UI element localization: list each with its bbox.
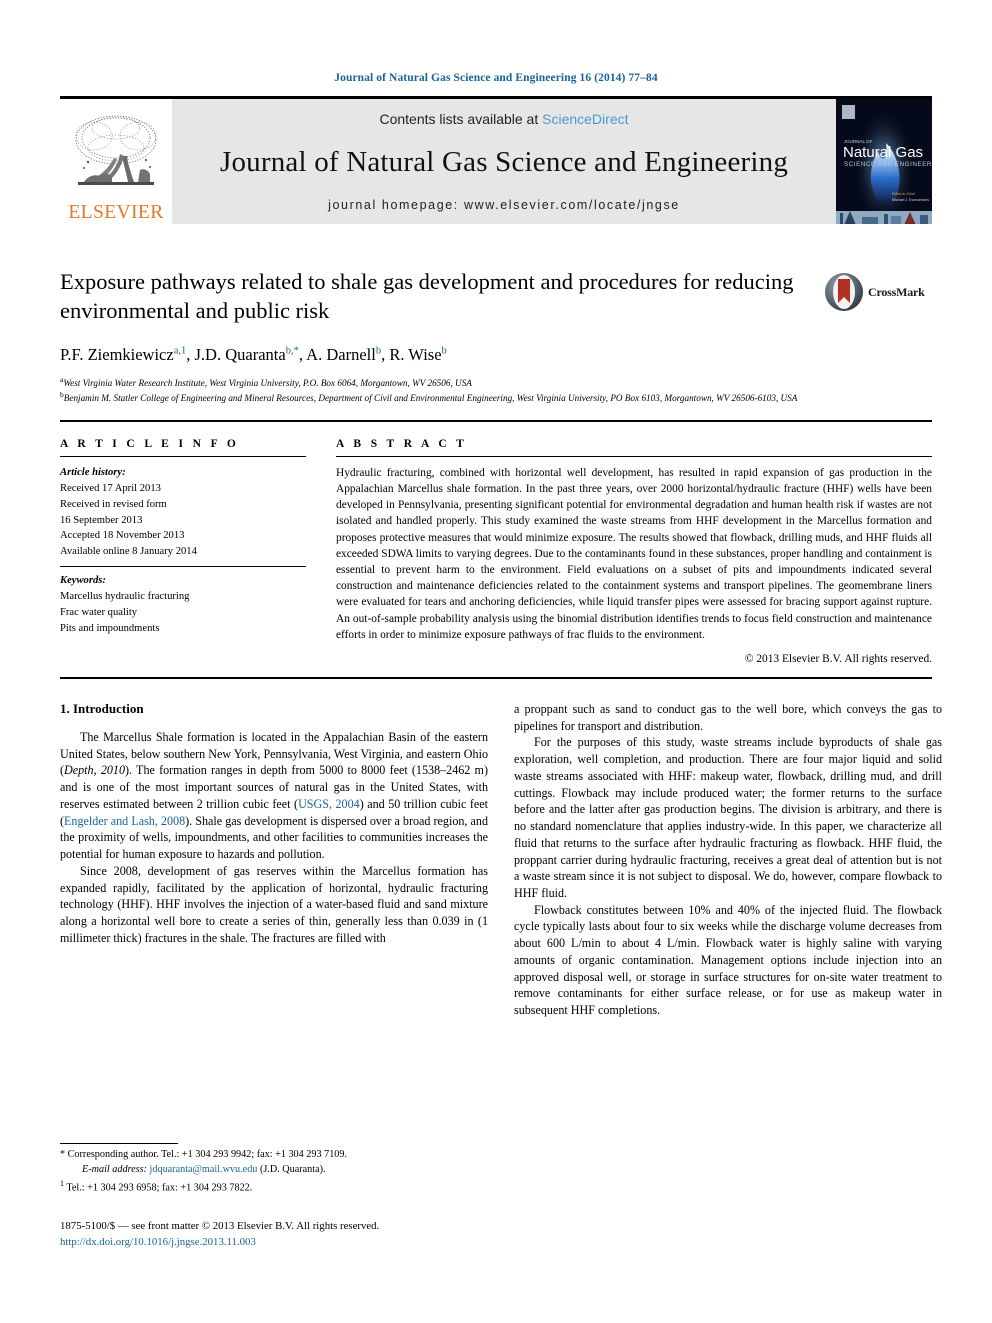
section-heading-introduction: 1. Introduction — [60, 700, 144, 716]
citation-link[interactable]: Engelder and Lash, 2008 — [64, 814, 185, 828]
footnote-note-1: 1 Tel.: +1 304 293 6958; fax: +1 304 293… — [60, 1178, 488, 1196]
author-list: P.F. Ziemkiewicza,1, J.D. Quarantab,*, A… — [60, 344, 447, 364]
elsevier-tree-icon — [75, 115, 157, 185]
affiliation-text: West Virginia Water Research Institute, … — [63, 378, 472, 389]
author-marks: b,* — [285, 345, 299, 357]
keyword-item: Pits and impoundments — [60, 622, 160, 634]
crossmark-icon — [824, 272, 864, 312]
citation-link[interactable]: USGS, 2004 — [298, 797, 360, 811]
banner-center: Contents lists available at ScienceDirec… — [172, 99, 836, 224]
citation-italic: Depth, 2010 — [64, 763, 126, 778]
history-item: Received 17 April 2013 — [60, 482, 161, 494]
contents-prefix: Contents lists available at — [379, 111, 543, 127]
paper-page: Journal of Natural Gas Science and Engin… — [0, 0, 992, 1323]
abstract-heading: A B S T R A C T — [336, 437, 468, 450]
svg-text:SCIENCE AND ENGINEERING: SCIENCE AND ENGINEERING — [844, 161, 932, 168]
title-block: CrossMark Exposure pathways related to s… — [60, 268, 932, 406]
crossmark-label: CrossMark — [868, 284, 925, 299]
keywords-label: Keywords: — [60, 575, 106, 587]
author-marks: b — [375, 345, 382, 357]
affiliation-item: aWest Virginia Water Research Institute,… — [60, 375, 930, 390]
journal-title: Journal of Natural Gas Science and Engin… — [219, 146, 789, 178]
footnote-mark: 1 — [60, 1178, 64, 1188]
abstract-column: A B S T R A C T Hydraulic fracturing, co… — [336, 438, 932, 665]
author-name: R. Wise — [389, 344, 442, 364]
body-column-right: a proppant such as sand to conduct gas t… — [514, 701, 942, 1019]
article-info-rule — [60, 455, 306, 457]
article-history: Article history: Received 17 April 2013 … — [60, 465, 306, 560]
crossmark-badge[interactable]: CrossMark — [824, 270, 932, 314]
body-paragraph: For the purposes of this study, waste st… — [514, 735, 942, 900]
doi-link[interactable]: http://dx.doi.org/10.1016/j.jngse.2013.1… — [60, 1234, 540, 1250]
history-label: Article history: — [60, 466, 126, 478]
journal-cover-thumbnail: JOURNAL OF Natural Gas SCIENCE AND ENGIN… — [836, 99, 932, 224]
keyword-item: Frac water quality — [60, 606, 138, 618]
footnote-text: Tel.: +1 304 293 6958; fax: +1 304 293 7… — [66, 1181, 253, 1193]
footnote-email: E-mail address: jdquaranta@mail.wvu.edu … — [60, 1163, 488, 1178]
body-paragraph: The Marcellus Shale formation is located… — [60, 729, 489, 862]
body-paragraph: Flowback constitutes between 10% and 40%… — [514, 902, 942, 1018]
issn-line: 1875-5100/$ — see front matter © 2013 El… — [60, 1220, 380, 1232]
journal-banner: ELSEVIER Contents lists available at Sci… — [60, 96, 932, 224]
history-item: Available online 8 January 2014 — [60, 546, 197, 558]
elsevier-logo: ELSEVIER — [60, 99, 172, 224]
footnotes: * Corresponding author. Tel.: +1 304 293… — [60, 1143, 488, 1196]
running-head: Journal of Natural Gas Science and Engin… — [334, 72, 658, 84]
keywords-divider — [60, 566, 306, 568]
sciencedirect-link[interactable]: ScienceDirect — [542, 111, 628, 127]
affiliations: aWest Virginia Water Research Institute,… — [60, 375, 930, 406]
email-link[interactable]: jdquaranta@mail.wvu.edu — [150, 1164, 258, 1175]
journal-homepage[interactable]: journal homepage: www.elsevier.com/locat… — [328, 198, 680, 212]
abstract-rule — [336, 455, 932, 457]
abstract-copyright: © 2013 Elsevier B.V. All rights reserved… — [744, 652, 932, 665]
affiliation-item: bBenjamin M. Statler College of Engineer… — [60, 390, 930, 405]
abstract-text: Hydraulic fracturing, combined with hori… — [336, 466, 932, 641]
keyword-item: Marcellus hydraulic fracturing — [60, 591, 190, 603]
author-name: A. Darnell — [306, 344, 376, 364]
history-item: Received in revised form — [60, 498, 167, 510]
svg-text:Natural Gas: Natural Gas — [843, 144, 923, 161]
email-label: E-mail address: — [82, 1163, 147, 1175]
elsevier-wordmark: ELSEVIER — [68, 201, 164, 223]
abstract-divider — [60, 676, 932, 679]
author-marks: a,1 — [173, 345, 187, 357]
affiliation-text: Benjamin M. Statler College of Engineeri… — [63, 393, 798, 404]
info-abstract-section: A R T I C L E I N F O Article history: R… — [60, 438, 932, 665]
body-paragraph: Since 2008, development of gas reserves … — [60, 863, 488, 945]
article-info-column: A R T I C L E I N F O Article history: R… — [60, 438, 306, 665]
body-column-left: 1. Introduction The Marcellus Shale form… — [60, 701, 488, 1019]
footnote-rule — [60, 1143, 178, 1144]
author-name: P.F. Ziemkiewicz — [60, 344, 174, 364]
svg-text:Michael J. Economides: Michael J. Economides — [892, 198, 929, 202]
svg-text:Editor-in-Chief: Editor-in-Chief — [892, 192, 915, 196]
body-paragraph: a proppant such as sand to conduct gas t… — [514, 701, 942, 733]
article-info-heading: A R T I C L E I N F O — [60, 437, 240, 450]
cover-art: JOURNAL OF Natural Gas SCIENCE AND ENGIN… — [836, 99, 932, 224]
history-item: Accepted 18 November 2013 — [60, 530, 185, 542]
imprint-block: 1875-5100/$ — see front matter © 2013 El… — [60, 1218, 540, 1250]
email-owner: (J.D. Quaranta). — [259, 1163, 326, 1175]
history-item: 16 September 2013 — [60, 514, 143, 526]
keywords-block: Keywords: Marcellus hydraulic fracturing… — [60, 573, 306, 637]
body-columns: 1. Introduction The Marcellus Shale form… — [60, 701, 942, 1019]
author-marks: b — [441, 345, 447, 357]
footnote-corresponding-author: * Corresponding author. Tel.: +1 304 293… — [60, 1149, 348, 1160]
article-title: Exposure pathways related to shale gas d… — [60, 269, 794, 323]
author-name: J.D. Quaranta — [194, 344, 286, 364]
title-divider — [60, 419, 932, 422]
contents-list-line: Contents lists available at ScienceDirec… — [379, 111, 628, 127]
